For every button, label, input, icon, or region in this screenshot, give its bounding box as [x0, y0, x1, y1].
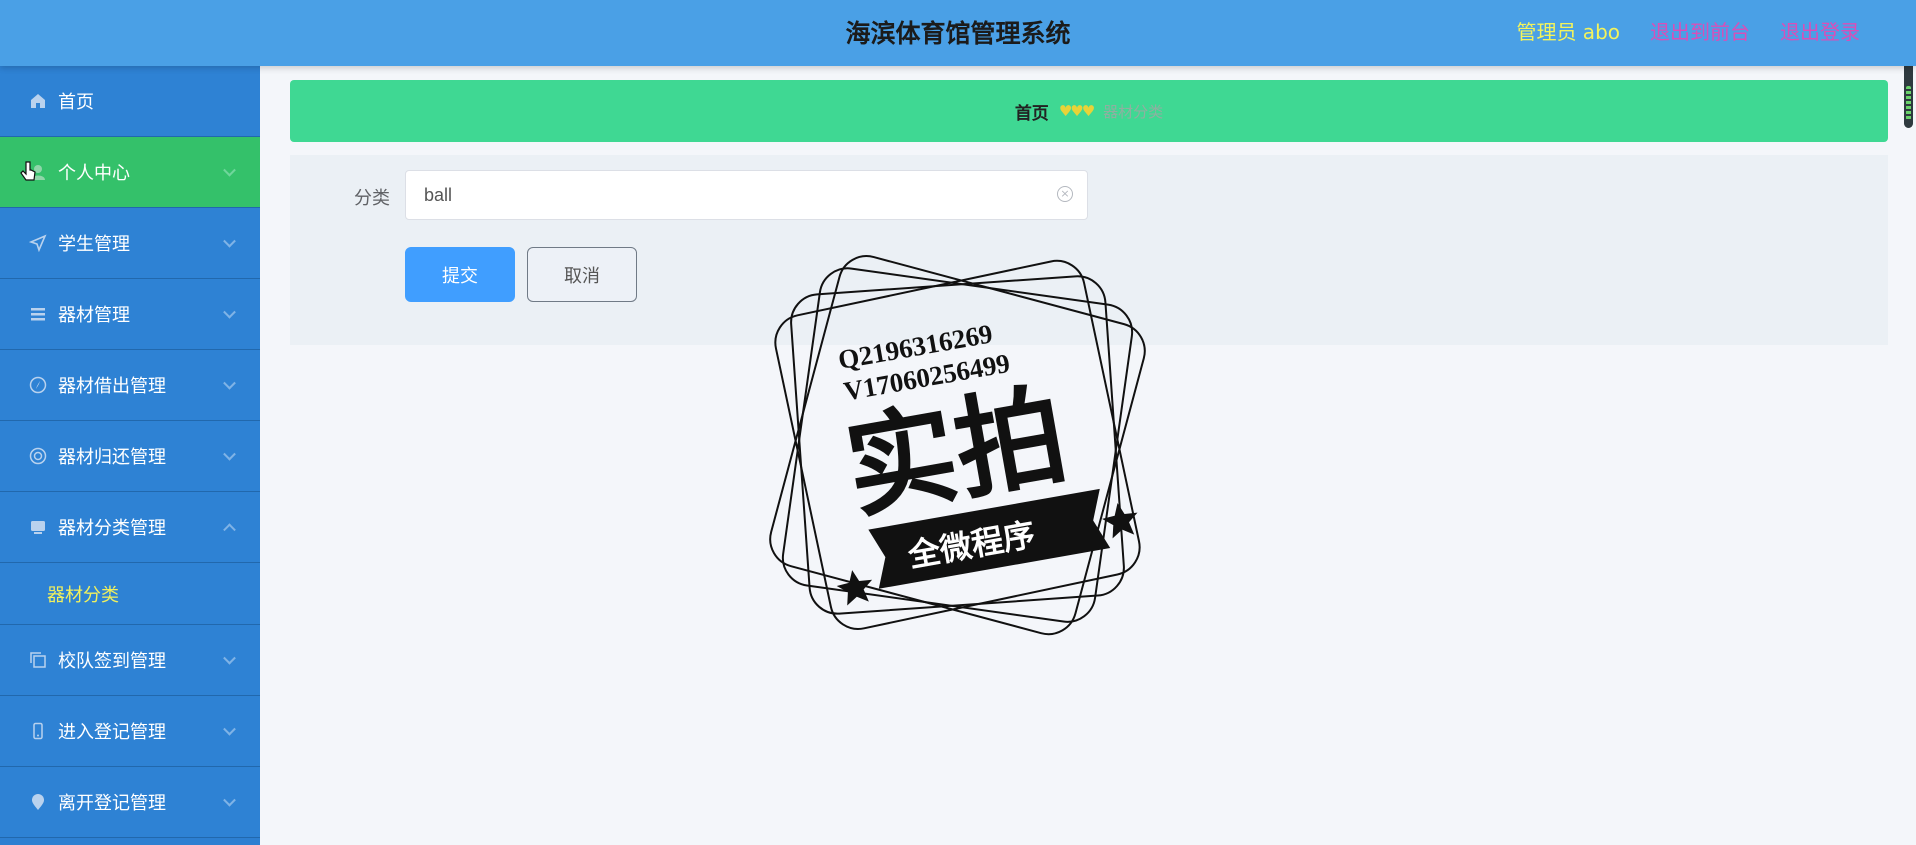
- chevron-down-icon: [223, 163, 236, 177]
- breadcrumb-current: 器材分类: [1103, 102, 1164, 121]
- menu-icon: [28, 304, 48, 324]
- compass-icon: [28, 375, 48, 395]
- sidebar-item-personal-center[interactable]: 个人中心: [0, 137, 260, 208]
- logout-link[interactable]: 退出登录: [1780, 16, 1860, 45]
- sidebar-item-equipment[interactable]: 器材管理: [0, 279, 260, 350]
- breadcrumb-home[interactable]: 首页: [1015, 99, 1049, 124]
- category-field-label: 分类: [354, 188, 390, 209]
- mouse-cursor-icon: [20, 160, 38, 188]
- admin-label: 管理员 abo: [1516, 20, 1620, 44]
- sidebar-item-label: 校队签到管理: [58, 651, 166, 672]
- chevron-down-icon: [223, 722, 236, 736]
- cancel-button[interactable]: 取消: [527, 247, 637, 302]
- chevron-down-icon: [223, 376, 236, 390]
- exit-to-front-link[interactable]: 退出到前台: [1650, 16, 1750, 45]
- sidebar-item-equipment-lending[interactable]: 器材借出管理: [0, 350, 260, 421]
- chevron-down-icon: [223, 651, 236, 665]
- top-header: 海滨体育馆管理系统 管理员 abo 退出到前台 退出登录: [0, 0, 1916, 66]
- category-input[interactable]: [405, 170, 1088, 220]
- submit-button[interactable]: 提交: [405, 247, 515, 302]
- chevron-down-icon: [223, 305, 236, 319]
- sidebar-item-exit-registration[interactable]: 离开登记管理: [0, 767, 260, 838]
- sidebar-item-label: 学生管理: [58, 234, 130, 255]
- clear-input-icon[interactable]: ×: [1057, 186, 1073, 202]
- header-links: 管理员 abo 退出到前台 退出登录: [1516, 16, 1860, 45]
- home-icon: [28, 91, 48, 111]
- sidebar-item-label: 器材管理: [58, 305, 130, 326]
- watermark-stamp: Q2196316269 V17060256499 实拍 全微程序: [769, 255, 1146, 636]
- sidebar-item-equipment-category[interactable]: 器材分类管理: [0, 492, 260, 563]
- monitor-icon: [28, 517, 48, 537]
- sidebar-item-label: 进入登记管理: [58, 722, 166, 743]
- sidebar-item-label: 器材借出管理: [58, 376, 166, 397]
- phone-icon: [28, 721, 48, 741]
- breadcrumb: 首页 ♥♥♥ 器材分类: [290, 80, 1888, 142]
- sidebar-item-students[interactable]: 学生管理: [0, 208, 260, 279]
- chevron-down-icon: [223, 234, 236, 248]
- sidebar-item-entry-registration[interactable]: 进入登记管理: [0, 696, 260, 767]
- sidebar: 首页 个人中心 学生管理 器材管理 器材借出管理 器材归还管理 器材分类管理 器…: [0, 66, 260, 845]
- chevron-down-icon: [223, 447, 236, 461]
- sidebar-item-equipment-return[interactable]: 器材归还管理: [0, 421, 260, 492]
- sidebar-item-label: 首页: [58, 92, 94, 113]
- location-icon: [28, 792, 48, 812]
- sidebar-subitem-equipment-category[interactable]: 器材分类: [0, 563, 260, 625]
- lifebuoy-icon: [28, 446, 48, 466]
- sidebar-item-team-checkin[interactable]: 校队签到管理: [0, 625, 260, 696]
- sidebar-item-label: 离开登记管理: [58, 793, 166, 814]
- sidebar-item-label: 个人中心: [58, 163, 130, 184]
- page-scrollbar[interactable]: [1904, 56, 1913, 128]
- sidebar-item-label: 器材分类管理: [58, 518, 166, 539]
- send-icon: [28, 233, 48, 253]
- chevron-down-icon: [223, 793, 236, 807]
- copy-icon: [28, 650, 48, 670]
- sidebar-item-label: 器材归还管理: [58, 447, 166, 468]
- sidebar-item-home[interactable]: 首页: [0, 66, 260, 137]
- chevron-up-icon: [223, 523, 236, 537]
- breadcrumb-separator-icon: ♥♥♥: [1058, 102, 1095, 120]
